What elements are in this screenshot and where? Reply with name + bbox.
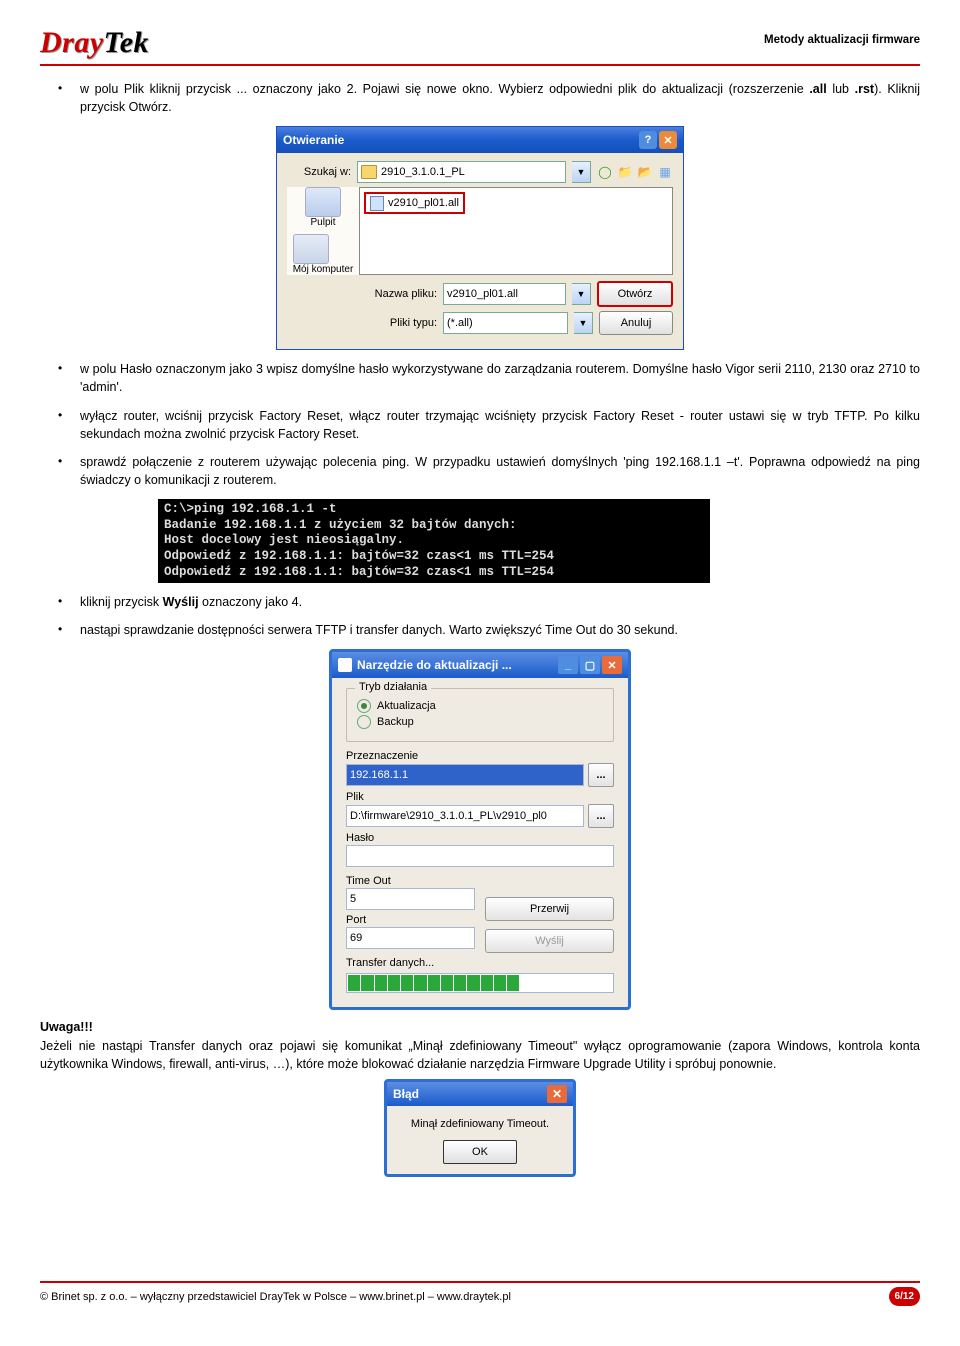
- warning-head: Uwaga!!!: [40, 1020, 93, 1034]
- chevron-down-icon[interactable]: ▼: [574, 312, 593, 334]
- radio-icon: [357, 699, 371, 713]
- pass-label: Hasło: [346, 832, 614, 844]
- folder-icon: [361, 165, 377, 179]
- desktop-icon[interactable]: [305, 187, 341, 217]
- header-subtitle: Metody aktualizacji firmware: [764, 34, 920, 46]
- dest-browse-button[interactable]: ...: [588, 763, 614, 787]
- progress-bar: [346, 973, 614, 993]
- bullet-transfer: nastąpi sprawdzanie dostępności serwera …: [80, 621, 920, 639]
- logo: DrayTek: [40, 26, 149, 60]
- port-input[interactable]: 69: [346, 927, 475, 949]
- warning-paragraph: Uwaga!!! Jeżeli nie nastąpi Transfer dan…: [40, 1018, 920, 1072]
- warning-text: Jeżeli nie nastąpi Transfer danych oraz …: [40, 1039, 920, 1071]
- help-icon[interactable]: ?: [639, 131, 657, 149]
- page-header: DrayTek Metody aktualizacji firmware: [40, 26, 920, 66]
- page-number: 6/12: [889, 1287, 920, 1306]
- send-button[interactable]: Wyślij: [485, 929, 614, 953]
- timeout-input[interactable]: 5: [346, 888, 475, 910]
- error-window: Błąd ✕ Minął zdefiniowany Timeout. OK: [384, 1079, 576, 1177]
- port-label: Port: [346, 914, 475, 926]
- maximize-icon[interactable]: ▢: [580, 656, 600, 674]
- folder-select[interactable]: 2910_3.1.0.1_PL: [357, 161, 566, 183]
- bullet-send: kliknij przycisk Wyślij oznaczony jako 4…: [80, 593, 920, 611]
- close-icon[interactable]: ✕: [547, 1085, 567, 1103]
- page-footer: © Brinet sp. z o.o. – wyłączny przedstaw…: [40, 1281, 920, 1306]
- file-item-highlight[interactable]: v2910_pl01.all: [364, 192, 465, 214]
- bullet-ping: sprawdź połączenie z routerem używając p…: [80, 453, 920, 489]
- transfer-label: Transfer danych...: [346, 957, 614, 969]
- place-desktop: Pulpit: [305, 217, 341, 228]
- dest-input[interactable]: 192.168.1.1: [346, 764, 584, 786]
- minimize-icon[interactable]: _: [558, 656, 578, 674]
- cancel-button[interactable]: Przerwij: [485, 897, 614, 921]
- folder-name: 2910_3.1.0.1_PL: [381, 166, 465, 178]
- place-computer: Mój komputer: [293, 264, 354, 275]
- cancel-button[interactable]: Anuluj: [599, 311, 673, 335]
- ok-button[interactable]: OK: [443, 1140, 517, 1164]
- logo-dray: Dray: [40, 26, 104, 59]
- bullet-open-file: w polu Plik kliknij przycisk ... oznaczo…: [80, 80, 920, 116]
- dest-label: Przeznaczenie: [346, 750, 614, 762]
- error-message: Minął zdefiniowany Timeout.: [395, 1118, 565, 1130]
- mode-caption: Tryb działania: [355, 681, 431, 693]
- mode-group: Tryb działania Aktualizacja Backup: [346, 688, 614, 742]
- radio-backup[interactable]: Backup: [357, 715, 603, 729]
- timeout-label: Time Out: [346, 875, 475, 887]
- file-browse-button[interactable]: ...: [588, 804, 614, 828]
- footer-text: © Brinet sp. z o.o. – wyłączny przedstaw…: [40, 1291, 511, 1303]
- filename-input[interactable]: v2910_pl01.all: [443, 283, 566, 305]
- view-icon[interactable]: ▦: [657, 164, 673, 180]
- logo-tek: Tek: [104, 26, 149, 59]
- bullet-password: w polu Hasło oznaczonym jako 3 wpisz dom…: [80, 360, 920, 396]
- file-item-name: v2910_pl01.all: [388, 197, 459, 209]
- open-button[interactable]: Otwórz: [597, 281, 673, 307]
- dialog-title-text: Otwieranie: [283, 133, 344, 147]
- filename-label: Nazwa pliku:: [367, 288, 437, 300]
- updater-title-text: Narzędzie do aktualizacji ...: [357, 658, 512, 672]
- filetype-select[interactable]: (*.all): [443, 312, 568, 334]
- back-icon[interactable]: ◯: [597, 164, 613, 180]
- chevron-down-icon[interactable]: ▼: [572, 283, 591, 305]
- file-label: Plik: [346, 791, 614, 803]
- dialog-titlebar: Otwieranie ? ✕: [277, 127, 683, 153]
- lookin-label: Szukaj w:: [287, 166, 351, 178]
- close-icon[interactable]: ✕: [602, 656, 622, 674]
- error-title-text: Błąd: [393, 1087, 419, 1101]
- cmd-screenshot: C:\>ping 192.168.1.1 -t Badanie 192.168.…: [158, 499, 710, 583]
- bullet-factory-reset: wyłącz router, wciśnij przycisk Factory …: [80, 407, 920, 443]
- filetype-label: Pliki typu:: [367, 317, 437, 329]
- app-icon: [338, 658, 352, 672]
- new-folder-icon[interactable]: 📂: [637, 164, 653, 180]
- updater-window: Narzędzie do aktualizacji ... _ ▢ ✕ Tryb…: [329, 649, 631, 1010]
- up-icon[interactable]: 📁: [617, 164, 633, 180]
- chevron-down-icon[interactable]: ▼: [572, 161, 591, 183]
- file-input[interactable]: D:\firmware\2910_3.1.0.1_PL\v2910_pl0: [346, 805, 584, 827]
- pass-input[interactable]: [346, 845, 614, 867]
- file-icon: [370, 196, 384, 211]
- updater-titlebar: Narzędzie do aktualizacji ... _ ▢ ✕: [332, 652, 628, 678]
- open-file-dialog: Otwieranie ? ✕ Szukaj w: 2910_3.1.0.1_PL…: [276, 126, 684, 350]
- radio-update[interactable]: Aktualizacja: [357, 699, 603, 713]
- computer-icon[interactable]: [293, 234, 329, 264]
- radio-icon: [357, 715, 371, 729]
- close-icon[interactable]: ✕: [659, 131, 677, 149]
